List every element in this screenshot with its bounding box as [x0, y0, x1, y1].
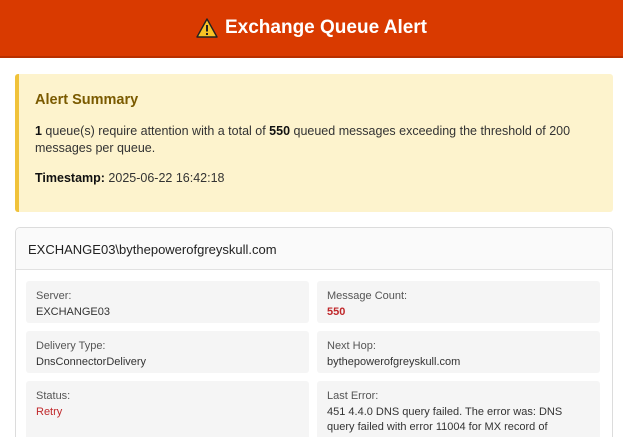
alert-summary-panel: Alert Summary 1 queue(s) require attenti…: [15, 74, 613, 212]
warning-icon: [196, 18, 218, 38]
field-status: Status: Retry: [26, 381, 309, 437]
field-last-error: Last Error: 451 4.4.0 DNS query failed. …: [317, 381, 600, 437]
total-messages: 550: [269, 124, 291, 138]
field-label: Next Hop:: [327, 340, 376, 352]
queue-card: EXCHANGE03\bythepowerofgreyskull.com Ser…: [15, 227, 613, 437]
page-title: Exchange Queue Alert: [224, 17, 428, 38]
field-label: Server:: [36, 290, 72, 302]
field-label: Message Count:: [327, 290, 408, 302]
field-delivery-type: Delivery Type: DnsConnectorDelivery: [26, 331, 309, 373]
queue-count: 1: [35, 124, 42, 138]
queue-card-title: EXCHANGE03\bythepowerofgreyskull.com: [16, 228, 612, 270]
field-value: 451 4.4.0 DNS query failed. The error wa…: [327, 406, 563, 437]
summary-title: Alert Summary: [35, 92, 139, 108]
field-value: 550: [327, 306, 346, 318]
summary-text: 1 queue(s) require attention with a tota…: [35, 123, 597, 157]
alert-header: Exchange Queue Alert: [0, 0, 623, 58]
timestamp-value: 2025-06-22 16:42:18: [104, 171, 225, 185]
field-label: Status:: [36, 390, 71, 402]
timestamp-line: Timestamp: 2025-06-22 16:42:18: [35, 170, 597, 187]
summary-text-a: queue(s) require attention with a total …: [41, 124, 270, 138]
field-server: Server: EXCHANGE03: [26, 281, 309, 323]
field-next-hop: Next Hop: bythepowerofgreyskull.com: [317, 331, 600, 373]
field-message-count: Message Count: 550: [317, 281, 600, 323]
field-value: EXCHANGE03: [36, 306, 110, 318]
timestamp-label: Timestamp:: [35, 171, 105, 185]
field-value: Retry: [36, 406, 63, 418]
field-value: bythepowerofgreyskull.com: [327, 356, 461, 368]
field-value: DnsConnectorDelivery: [36, 356, 147, 368]
field-label: Delivery Type:: [36, 340, 106, 352]
field-label: Last Error:: [327, 390, 379, 402]
